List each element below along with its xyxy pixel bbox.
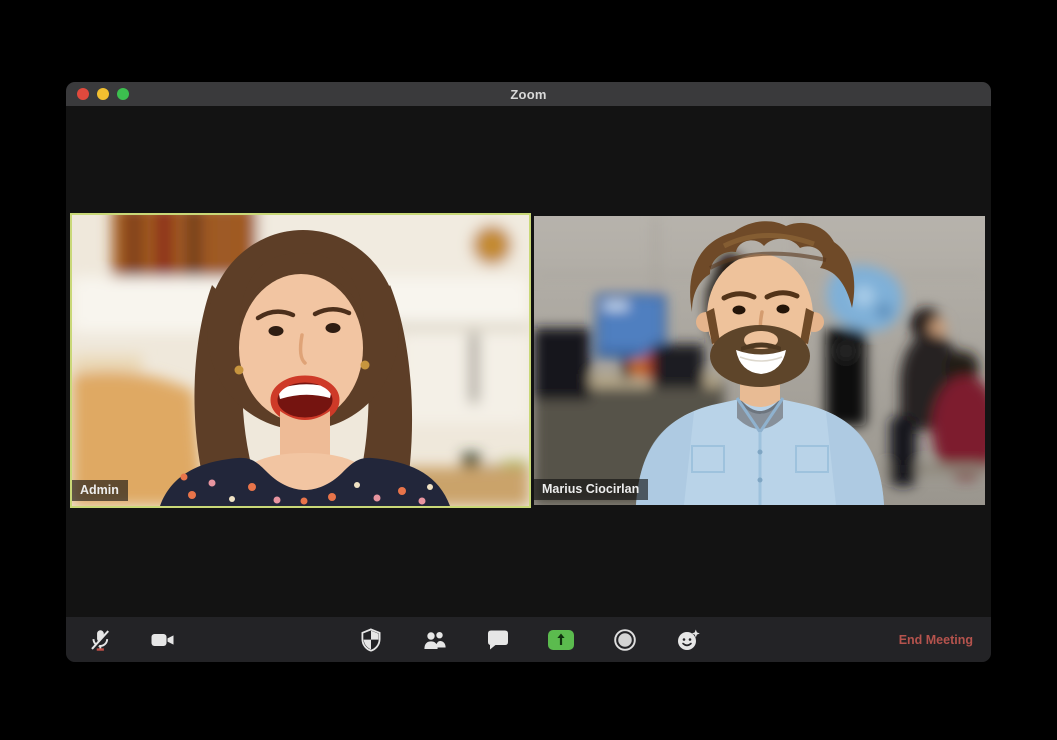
traffic-light-controls: [66, 88, 129, 100]
reactions-smiley-icon: [678, 629, 700, 650]
marius-video-feed: [534, 216, 985, 505]
maximize-window-button[interactable]: [117, 88, 129, 100]
reactions-button[interactable]: [670, 622, 706, 658]
close-window-button[interactable]: [77, 88, 89, 100]
share-screen-button[interactable]: [543, 622, 579, 658]
participants-icon: [424, 631, 446, 649]
participant-name-label: Admin: [72, 480, 128, 501]
zoom-app-window: Zoom Admin Marius Ciocirlan End Meeting: [66, 82, 991, 662]
end-meeting-button[interactable]: End Meeting: [899, 633, 973, 647]
mute-button[interactable]: [82, 622, 118, 658]
video-button[interactable]: [145, 622, 181, 658]
video-camera-icon: [151, 633, 174, 646]
window-titlebar: Zoom: [66, 82, 991, 106]
microphone-muted-icon: [91, 629, 111, 651]
participant-name-label: Marius Ciocirlan: [534, 479, 649, 500]
window-title: Zoom: [510, 86, 547, 102]
security-button[interactable]: [353, 622, 389, 658]
desktop-background: Zoom Admin Marius Ciocirlan End Meeting: [0, 0, 1057, 740]
video-tile-marius[interactable]: Marius Ciocirlan: [534, 216, 985, 505]
video-grid: Admin Marius Ciocirlan: [66, 106, 991, 617]
share-screen-icon: [548, 629, 574, 650]
record-button[interactable]: [607, 622, 643, 658]
security-shield-icon: [361, 627, 381, 652]
participants-button[interactable]: [417, 622, 453, 658]
meeting-toolbar: End Meeting: [66, 617, 991, 662]
chat-bubble-icon: [488, 630, 508, 649]
admin-video-feed: [72, 215, 529, 506]
minimize-window-button[interactable]: [97, 88, 109, 100]
chat-button[interactable]: [480, 622, 516, 658]
video-tile-admin[interactable]: Admin: [70, 213, 531, 508]
record-icon: [614, 628, 636, 651]
